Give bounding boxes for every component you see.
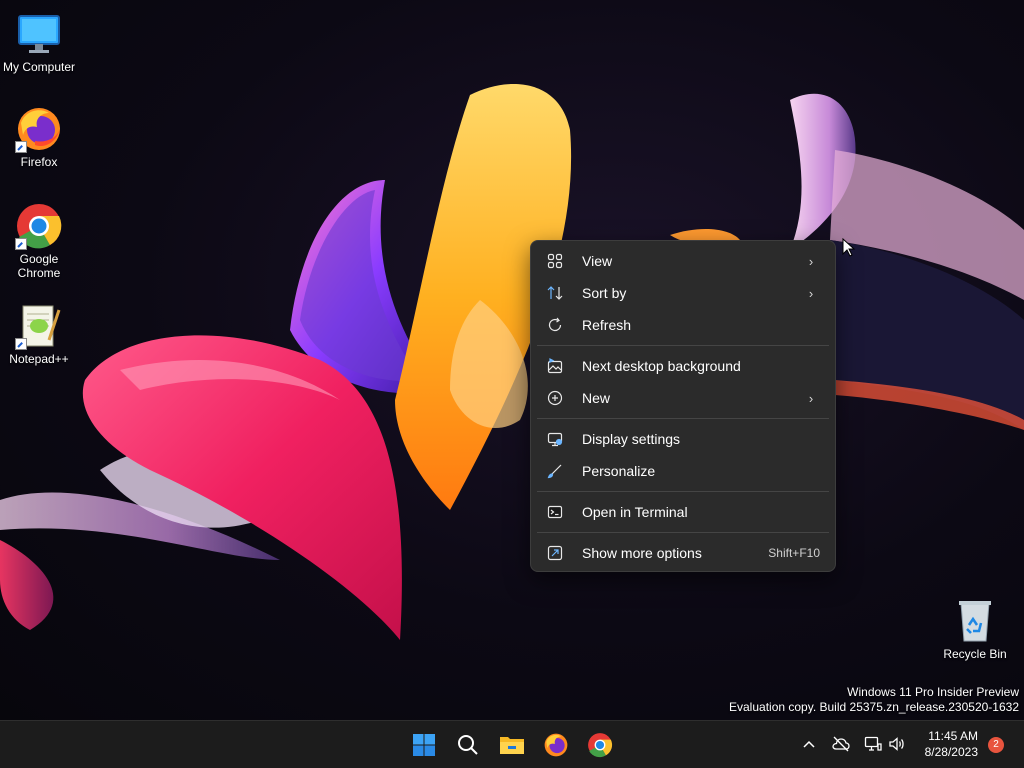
taskbar-chrome-button[interactable]	[582, 727, 618, 763]
show-hidden-icons-button[interactable]	[798, 733, 820, 755]
taskbar-firefox-button[interactable]	[538, 727, 574, 763]
menu-separator	[537, 532, 829, 533]
volume-icon	[889, 737, 904, 751]
network-icon	[864, 736, 882, 751]
watermark-build: Evaluation copy. Build 25375.zn_release.…	[729, 700, 1019, 714]
brush-icon	[546, 462, 564, 480]
volume-button[interactable]	[886, 733, 908, 755]
wallpaper	[0, 84, 1024, 640]
chevron-right-icon: ›	[808, 253, 814, 269]
menu-item-label: Display settings	[582, 431, 681, 447]
onedrive-button[interactable]	[830, 733, 852, 755]
chevron-right-icon: ›	[808, 390, 814, 406]
terminal-icon	[546, 503, 564, 521]
menu-item-label: Personalize	[582, 463, 656, 479]
menu-item-label: Show more options	[582, 545, 702, 561]
desktop-icon-label: My Computer	[2, 60, 76, 74]
menu-separator	[537, 345, 829, 346]
menu-item-display-settings[interactable]: Display settings	[537, 424, 829, 454]
menu-item-open-in-terminal[interactable]: Open in Terminal	[537, 497, 829, 527]
start-icon	[413, 734, 435, 756]
menu-item-sort-by[interactable]: Sort by ›	[537, 278, 829, 308]
menu-item-label: View	[582, 253, 613, 269]
menu-item-personalize[interactable]: Personalize	[537, 456, 829, 486]
desktop-icon-recycle-bin[interactable]: Recycle Bin	[936, 597, 1014, 661]
image-next-icon	[546, 357, 564, 375]
firefox-icon	[15, 105, 63, 153]
file-explorer-button[interactable]	[494, 727, 530, 763]
network-button[interactable]	[862, 733, 884, 755]
desktop-icon-label: Recycle Bin	[943, 647, 1007, 661]
notification-badge[interactable]: 2	[988, 737, 1004, 753]
windows-watermark: Windows 11 Pro Insider Preview Evaluatio…	[729, 685, 1019, 715]
menu-item-label: New	[582, 390, 611, 406]
menu-item-new[interactable]: New ›	[537, 383, 829, 413]
chevron-up-icon	[803, 740, 815, 748]
desktop-icon-label: Firefox	[20, 155, 58, 169]
cloud-off-icon	[832, 736, 850, 752]
grid-icon	[546, 252, 564, 270]
mouse-cursor-icon	[842, 238, 856, 257]
menu-item-shortcut: Shift+F10	[768, 546, 820, 560]
start-button[interactable]	[406, 727, 442, 763]
menu-item-label: Open in Terminal	[582, 504, 688, 520]
file-explorer-icon	[500, 737, 524, 754]
clock-time: 11:45 AM	[928, 729, 978, 743]
watermark-edition: Windows 11 Pro Insider Preview	[847, 685, 1019, 699]
desktop-icon-my-computer[interactable]: My Computer	[0, 10, 78, 74]
display-icon	[546, 430, 564, 448]
refresh-icon	[546, 316, 564, 334]
menu-item-next-desktop-background[interactable]: Next desktop background	[537, 351, 829, 381]
menu-item-label: Refresh	[582, 317, 632, 333]
chevron-right-icon: ›	[808, 285, 814, 301]
menu-item-view[interactable]: View ›	[537, 246, 829, 276]
desktop-context-menu: View › Sort by › Refresh Next desktop ba…	[530, 240, 836, 572]
shortcut-arrow-icon	[15, 141, 27, 153]
chrome-icon	[588, 733, 613, 758]
desktop-icon-label: Notepad++	[9, 352, 69, 366]
taskbar: 11:45 AM 8/28/2023 2	[0, 720, 1024, 768]
menu-item-label: Next desktop background	[582, 358, 741, 374]
menu-item-refresh[interactable]: Refresh	[537, 310, 829, 340]
search-button[interactable]	[450, 727, 486, 763]
notepad-plus-plus-icon	[15, 302, 63, 350]
firefox-icon	[544, 733, 568, 757]
menu-item-show-more-options[interactable]: Show more options Shift+F10	[537, 538, 829, 568]
chrome-icon	[15, 202, 63, 250]
monitor-icon	[15, 10, 63, 58]
shortcut-arrow-icon	[15, 338, 27, 350]
menu-item-label: Sort by	[582, 285, 627, 301]
system-clock[interactable]: 11:45 AM 8/28/2023	[925, 728, 978, 760]
desktop-icon-notepad-plus-plus[interactable]: Notepad++	[0, 302, 78, 366]
sort-icon	[546, 284, 564, 302]
desktop[interactable]: My Computer Firefox Google Chrome Notepa…	[0, 0, 1024, 720]
menu-separator	[537, 418, 829, 419]
recycle-bin-icon	[951, 597, 999, 645]
clock-date: 8/28/2023	[924, 745, 978, 759]
desktop-icon-label: Google Chrome	[17, 252, 61, 280]
plus-circle-icon	[546, 389, 564, 407]
search-icon	[458, 735, 478, 755]
desktop-icon-firefox[interactable]: Firefox	[0, 105, 78, 169]
desktop-icon-google-chrome[interactable]: Google Chrome	[0, 202, 78, 280]
menu-separator	[537, 491, 829, 492]
more-options-icon	[546, 544, 564, 562]
shortcut-arrow-icon	[15, 238, 27, 250]
